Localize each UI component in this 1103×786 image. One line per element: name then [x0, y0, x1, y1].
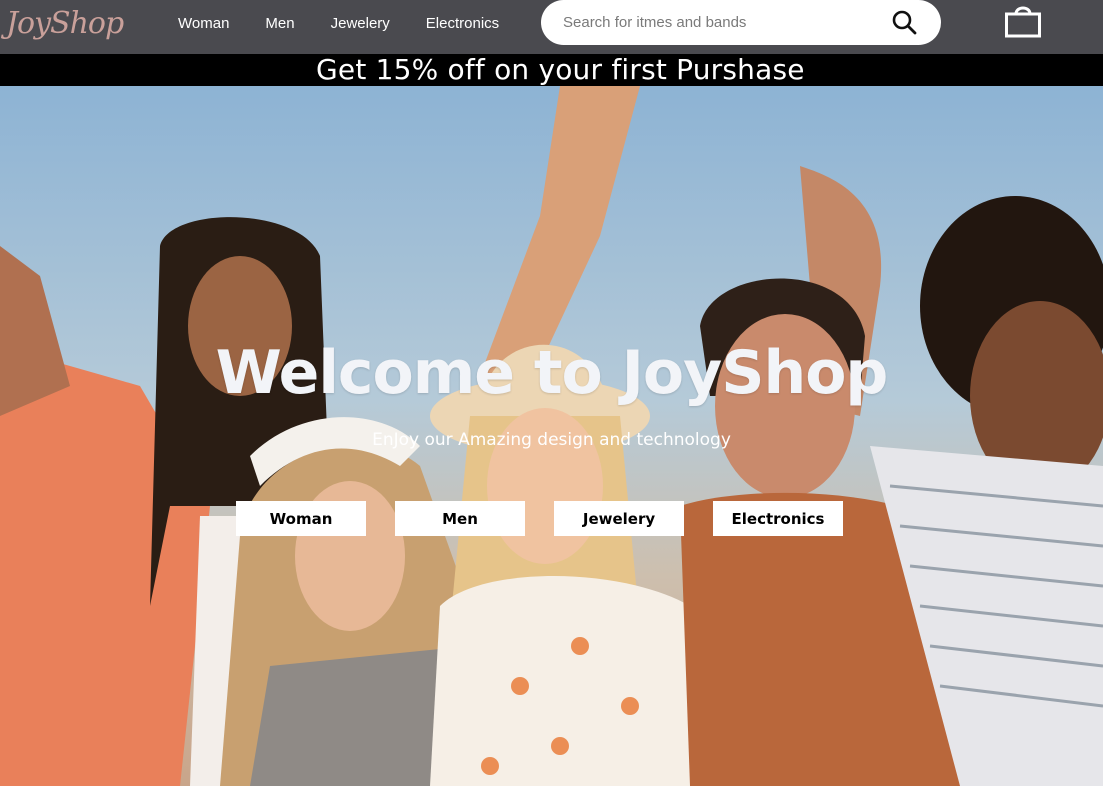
promo-banner: Get 15% off on your first Purshase: [0, 54, 1103, 86]
search-icon[interactable]: [891, 9, 917, 35]
hero-button-electronics[interactable]: Electronics: [713, 501, 843, 536]
hero-subtitle: EnJoy our Amazing design and technology: [372, 430, 731, 450]
shopping-bag-icon[interactable]: [1004, 2, 1042, 38]
hero-button-woman[interactable]: Woman: [236, 501, 366, 536]
search-input[interactable]: [563, 14, 883, 31]
top-navbar: JoyShop Woman Men Jewelery Electronics: [0, 0, 1103, 54]
hero-category-buttons: Woman Men Jewelery Electronics: [236, 501, 872, 536]
hero-title: Welcome to JoyShop: [215, 338, 889, 408]
hero-section: Welcome to JoyShop EnJoy our Amazing des…: [0, 86, 1103, 786]
nav-link-electronics[interactable]: Electronics: [426, 15, 499, 32]
nav-link-woman[interactable]: Woman: [178, 15, 229, 32]
promo-text: Get 15% off on your first Purshase: [316, 53, 805, 86]
hero-button-men[interactable]: Men: [395, 501, 525, 536]
brand-logo[interactable]: JoyShop: [6, 2, 124, 46]
search-bar: [541, 0, 941, 45]
main-nav: Woman Men Jewelery Electronics: [178, 0, 535, 46]
hero-button-jewelery[interactable]: Jewelery: [554, 501, 684, 536]
nav-link-men[interactable]: Men: [265, 15, 294, 32]
nav-link-jewelery[interactable]: Jewelery: [331, 15, 390, 32]
